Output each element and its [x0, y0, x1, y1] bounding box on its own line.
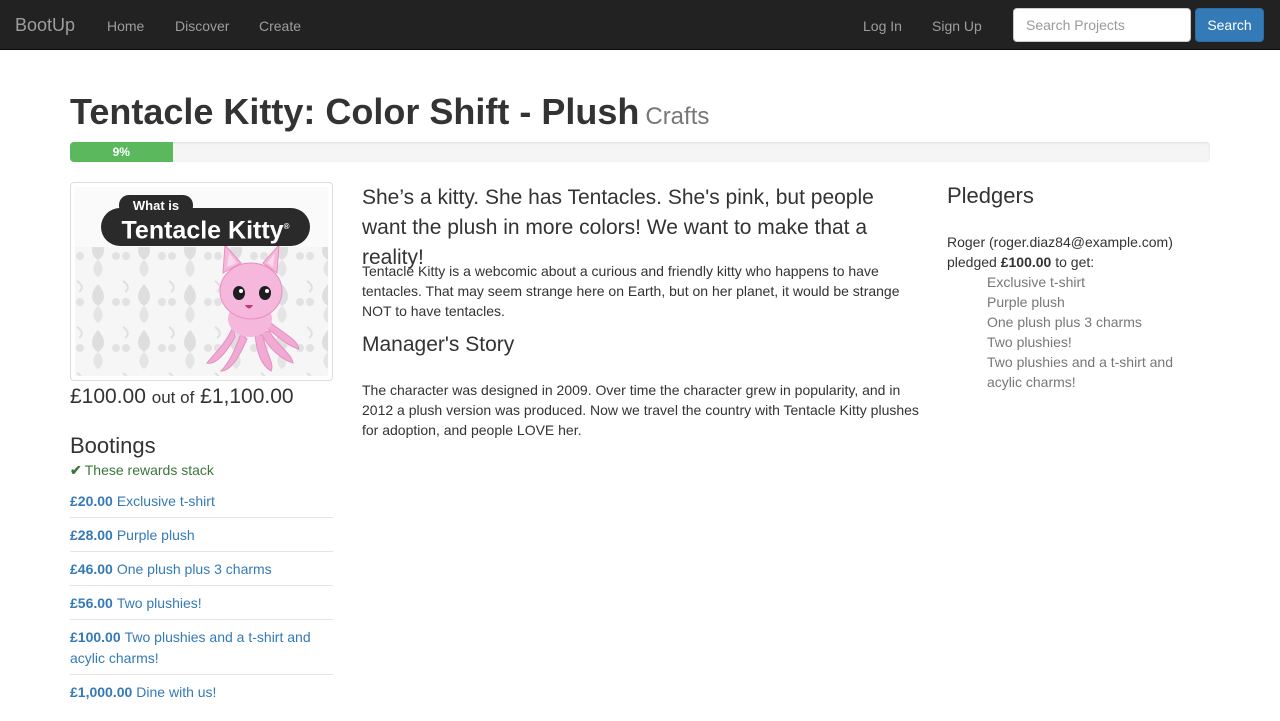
reward-price: £1,000.00: [70, 684, 133, 700]
reward-price: £20.00: [70, 493, 113, 509]
search-button[interactable]: Search: [1195, 8, 1264, 42]
reward-label: Two plushies!: [116, 595, 202, 611]
pledge-reward-item: Exclusive t-shirt: [987, 274, 1086, 290]
pledger-name: Roger (roger.diaz84@example.com): [947, 234, 1173, 250]
pledged-prefix: pledged: [947, 254, 997, 270]
reward-item[interactable]: £20.00 Exclusive t-shirt: [70, 489, 333, 518]
brand-link[interactable]: BootUp: [15, 15, 75, 35]
pledge-reward-list: Exclusive t-shirt Purple plush One plush p…: [987, 272, 1210, 392]
project-category: Crafts: [645, 103, 710, 130]
bootings-heading: Bootings: [70, 433, 156, 458]
registered-mark: ®: [283, 222, 290, 231]
project-image: Tentacle Kitty® What is: [70, 182, 333, 381]
pledge-reward-item: One plush plus 3 charms: [987, 314, 1142, 330]
nav-link-create[interactable]: Create: [259, 17, 301, 35]
story-heading: Manager's Story: [362, 333, 515, 356]
reward-item[interactable]: £56.00 Two plushies!: [70, 591, 333, 620]
story-text: The character was designed in 2009. Over…: [362, 382, 919, 438]
signup-link[interactable]: Sign Up: [932, 17, 982, 35]
pledge-reward-item: Purple plush: [987, 294, 1065, 310]
pledgers-heading: Pledgers: [947, 183, 1034, 208]
nav-link-home[interactable]: Home: [107, 17, 144, 35]
reward-item[interactable]: £28.00 Purple plush: [70, 523, 333, 552]
page-title: Tentacle Kitty: Color Shift - Plush Craft…: [70, 92, 709, 137]
stack-note-text: These rewards stack: [84, 462, 214, 478]
tentacle-kitty-artwork: Tentacle Kitty® What is: [75, 187, 328, 376]
funding-goal: £1,100.00: [200, 385, 294, 408]
reward-label: Exclusive t-shirt: [116, 493, 215, 509]
funding-raised: £100.00: [70, 385, 146, 408]
logo-tag: What is: [119, 195, 193, 216]
funding-progress: 9%: [70, 142, 1210, 162]
reward-price: £100.00: [70, 629, 121, 645]
pledge-amount: £100.00: [1000, 254, 1052, 270]
pledged-suffix: to get:: [1055, 254, 1095, 270]
funding-summary: £100.00 out of £1,100.00: [70, 383, 294, 412]
project-lead: She’s a kitty. She has Tentacles. She's …: [362, 186, 874, 269]
navbar: BootUp Home Discover Create Log In Sign …: [0, 0, 1280, 50]
reward-price: £28.00: [70, 527, 113, 543]
stack-note: ✔ These rewards stack: [70, 461, 214, 479]
reward-label: Dine with us!: [136, 684, 217, 700]
reward-list: £20.00 Exclusive t-shirt £28.00 Purple plus…: [70, 489, 333, 713]
pledge-amount-line: pledged £100.00 to get:: [947, 252, 1094, 272]
project-title: Tentacle Kitty: Color Shift - Plush: [70, 91, 640, 132]
logo-title: Tentacle Kitty: [121, 216, 284, 245]
reward-item[interactable]: £1,000.00 Dine with us!: [70, 680, 333, 708]
login-link[interactable]: Log In: [863, 17, 902, 35]
reward-label: One plush plus 3 charms: [116, 561, 272, 577]
reward-price: £46.00: [70, 561, 113, 577]
search-input[interactable]: [1013, 8, 1191, 42]
check-icon: ✔: [70, 462, 82, 478]
project-description: Tentacle Kitty is a webcomic about a cur…: [362, 263, 900, 319]
reward-price: £56.00: [70, 595, 113, 611]
nav-link-discover[interactable]: Discover: [175, 17, 229, 35]
funding-out-of: out of: [151, 388, 195, 407]
pledge-reward-item: Two plushies!: [987, 334, 1072, 350]
reward-item[interactable]: £100.00 Two plushies and a t-shirt and ac…: [70, 625, 333, 675]
reward-item[interactable]: £46.00 One plush plus 3 charms: [70, 557, 333, 586]
reward-label: Purple plush: [116, 527, 195, 543]
progress-bar: 9%: [70, 142, 173, 162]
pledge-reward-item: Two plushies and a t-shirt and acylic ch…: [987, 354, 1173, 390]
